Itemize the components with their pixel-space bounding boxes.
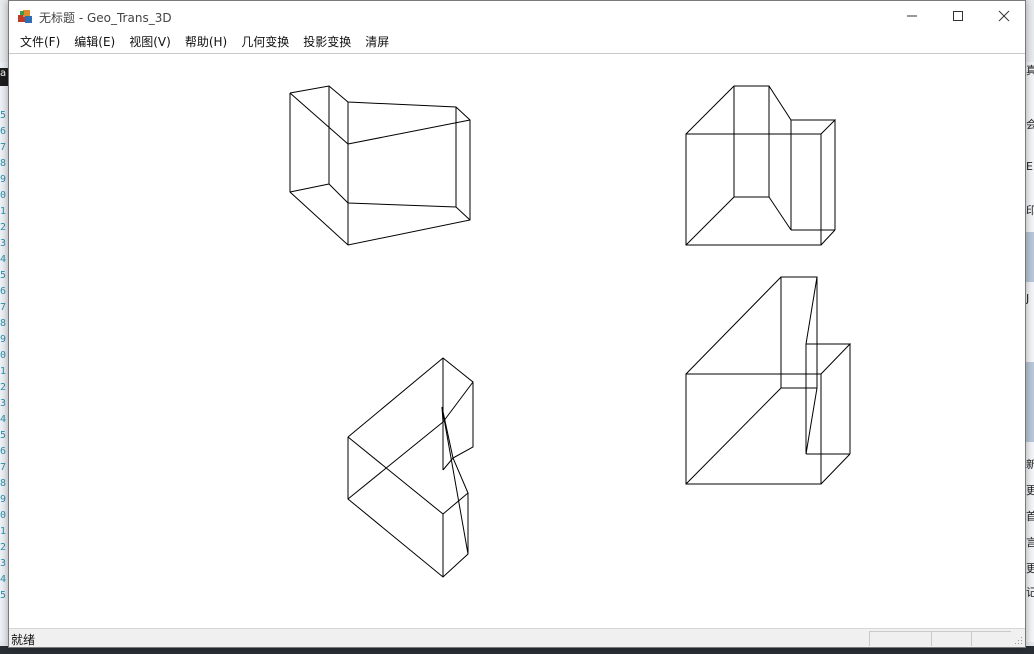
background-panel-char: 更 <box>1026 482 1034 498</box>
wireframe-isometric-view <box>347 357 474 578</box>
background-line-number: 2 <box>0 542 7 553</box>
background-line-number: 0 <box>0 190 7 201</box>
status-text: 就绪 <box>11 633 36 647</box>
background-line-number: 1 <box>0 206 7 217</box>
geo-trans-app-icon <box>18 10 32 23</box>
background-panel-char: 记 <box>1026 584 1034 600</box>
background-line-number: 9 <box>0 174 7 185</box>
menu-view[interactable]: 视图(V) <box>122 32 178 52</box>
background-panel-char: 会 <box>1026 116 1034 132</box>
background-line-number: 5 <box>0 110 7 121</box>
background-line-number: 1 <box>0 526 7 537</box>
background-line-number: 5 <box>0 430 7 441</box>
menu-geometric-transform[interactable]: 几何变换 <box>234 32 296 52</box>
background-line-number: 5 <box>0 590 7 601</box>
background-panel-char: 首 <box>1026 508 1034 524</box>
background-line-number: 6 <box>0 286 7 297</box>
background-line-number: 3 <box>0 398 7 409</box>
background-line-number: 3 <box>0 558 7 569</box>
background-line-number: 8 <box>0 158 7 169</box>
status-pane-scrl <box>971 631 1011 646</box>
background-panel-char: 印 <box>1026 202 1034 218</box>
background-line-number: 0 <box>0 510 7 521</box>
background-panel-char: E <box>1026 160 1033 173</box>
background-line-number: 5 <box>0 270 7 281</box>
maximize-icon <box>953 11 963 21</box>
wireframe-oblique-view <box>289 85 471 246</box>
background-line-number: 7 <box>0 142 7 153</box>
background-panel-block <box>1025 362 1034 442</box>
close-button[interactable] <box>981 1 1027 31</box>
minimize-button[interactable] <box>889 1 935 31</box>
background-line-number: 2 <box>0 222 7 233</box>
status-pane-caps <box>869 631 931 646</box>
menu-file[interactable]: 文件(F) <box>13 32 67 52</box>
status-bar: 就绪 <box>9 628 1025 647</box>
background-line-number: 7 <box>0 302 7 313</box>
background-panel-char: 真 <box>1026 62 1034 78</box>
background-line-number: 4 <box>0 414 7 425</box>
background-line-number: 7 <box>0 462 7 473</box>
app-window: 无标题 - Geo_Trans_3D 文件(F) 编辑(E) 视图(V) 帮助(… <box>8 0 1026 648</box>
background-line-number: 2 <box>0 382 7 393</box>
close-icon <box>998 10 1010 22</box>
background-panel-char: 新 <box>1026 456 1034 472</box>
menu-bar: 文件(F) 编辑(E) 视图(V) 帮助(H) 几何变换 投影变换 清屏 <box>9 31 1025 53</box>
background-line-number: 1 <box>0 366 7 377</box>
background-line-number: 9 <box>0 334 7 345</box>
maximize-button[interactable] <box>935 1 981 31</box>
background-panel-char: 言 <box>1026 534 1034 550</box>
background-panel-block <box>1025 232 1034 282</box>
background-line-number: 6 <box>0 446 7 457</box>
menu-clear-screen[interactable]: 清屏 <box>358 32 396 52</box>
background-line-number: 8 <box>0 318 7 329</box>
background-line-number: 9 <box>0 494 7 505</box>
background-line-number: 3 <box>0 238 7 249</box>
window-title: 无标题 - Geo_Trans_3D <box>39 11 172 25</box>
background-panel-char: J <box>1026 292 1030 305</box>
wireframe-drawing <box>289 85 852 578</box>
background-line-number: 4 <box>0 254 7 265</box>
status-pane-num <box>931 631 971 646</box>
background-line-number: 0 <box>0 350 7 361</box>
title-bar[interactable]: 无标题 - Geo_Trans_3D <box>9 1 1025 31</box>
background-panel-char: 更 <box>1026 560 1034 576</box>
background-line-number: 4 <box>0 574 7 585</box>
resize-grip-icon[interactable] <box>1013 635 1023 645</box>
background-line-number: 6 <box>0 126 7 137</box>
wireframe-cabinet-view <box>685 85 837 246</box>
minimize-icon <box>907 15 917 17</box>
menu-edit[interactable]: 编辑(E) <box>67 32 122 52</box>
menu-projection-transform[interactable]: 投影变换 <box>296 32 358 52</box>
wireframe-cavalier-view <box>685 276 852 485</box>
menu-help[interactable]: 帮助(H) <box>178 32 234 52</box>
drawing-canvas[interactable] <box>9 53 1025 628</box>
background-line-number: 8 <box>0 478 7 489</box>
